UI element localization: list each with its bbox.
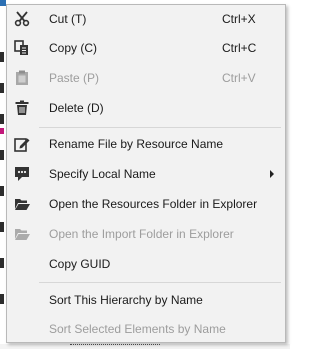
- menu-item-open-resources-folder[interactable]: Open the Resources Folder in Explorer: [7, 191, 285, 217]
- comment-icon: [14, 166, 30, 182]
- clipboard-icon: [14, 70, 30, 86]
- folder-open-icon: [14, 196, 30, 212]
- menu-item-shortcut: Ctrl+V: [222, 71, 256, 85]
- background-text-fragment: [0, 294, 4, 304]
- menu-item-cut[interactable]: Cut (T) Ctrl+X: [7, 6, 285, 32]
- menu-item-specify-local-name[interactable]: Specify Local Name: [7, 161, 285, 187]
- menu-item-label: Sort Selected Elements by Name: [49, 322, 226, 336]
- background-text-fragment: [0, 128, 4, 134]
- background-text-fragment: [0, 186, 4, 196]
- menu-separator: [39, 127, 281, 128]
- menu-item-rename-file[interactable]: Rename File by Resource Name: [7, 131, 285, 157]
- menu-item-label: Specify Local Name: [49, 167, 156, 181]
- background-text-fragment: [0, 52, 4, 62]
- submenu-arrow-icon: [270, 170, 274, 178]
- menu-item-sort-hierarchy[interactable]: Sort This Hierarchy by Name: [7, 287, 285, 313]
- folder-open-icon: [14, 226, 30, 242]
- menu-separator: [39, 282, 281, 283]
- menu-item-paste[interactable]: Paste (P) Ctrl+V: [7, 65, 285, 91]
- menu-item-label: Rename File by Resource Name: [49, 137, 224, 151]
- menu-item-label: Delete (D): [49, 101, 104, 115]
- menu-item-label: Paste (P): [49, 71, 100, 85]
- trash-icon: [14, 100, 30, 116]
- context-menu: Cut (T) Ctrl+X Copy (C) Ctrl+C Paste (P): [6, 4, 286, 343]
- menu-item-sort-selected[interactable]: Sort Selected Elements by Name: [7, 316, 285, 342]
- menu-item-label: Open the Import Folder in Explorer: [49, 227, 234, 241]
- background-text-fragment: [0, 83, 4, 93]
- menu-item-shortcut: Ctrl+C: [222, 41, 257, 55]
- menu-item-label: Sort This Hierarchy by Name: [49, 293, 203, 307]
- menu-item-delete[interactable]: Delete (D): [7, 95, 285, 121]
- menu-item-copy[interactable]: Copy (C) Ctrl+C: [7, 35, 285, 61]
- copy-icon: [14, 40, 30, 56]
- menu-item-label: Cut (T): [49, 12, 87, 26]
- menu-item-label: Open the Resources Folder in Explorer: [49, 197, 258, 211]
- menu-item-copy-guid[interactable]: Copy GUID: [7, 251, 285, 277]
- background-text-fragment: [0, 258, 4, 268]
- background-text-fragment: [0, 150, 4, 160]
- background-text-fragment: [0, 114, 4, 124]
- menu-item-shortcut: Ctrl+X: [222, 12, 256, 26]
- rename-icon: [14, 136, 30, 152]
- menu-item-label: Copy GUID: [49, 257, 111, 271]
- background-text-fragment: [0, 222, 4, 232]
- background-text-fragment: [70, 344, 160, 349]
- scissors-icon: [14, 11, 30, 27]
- menu-item-open-import-folder[interactable]: Open the Import Folder in Explorer: [7, 221, 285, 247]
- menu-item-label: Copy (C): [49, 41, 98, 55]
